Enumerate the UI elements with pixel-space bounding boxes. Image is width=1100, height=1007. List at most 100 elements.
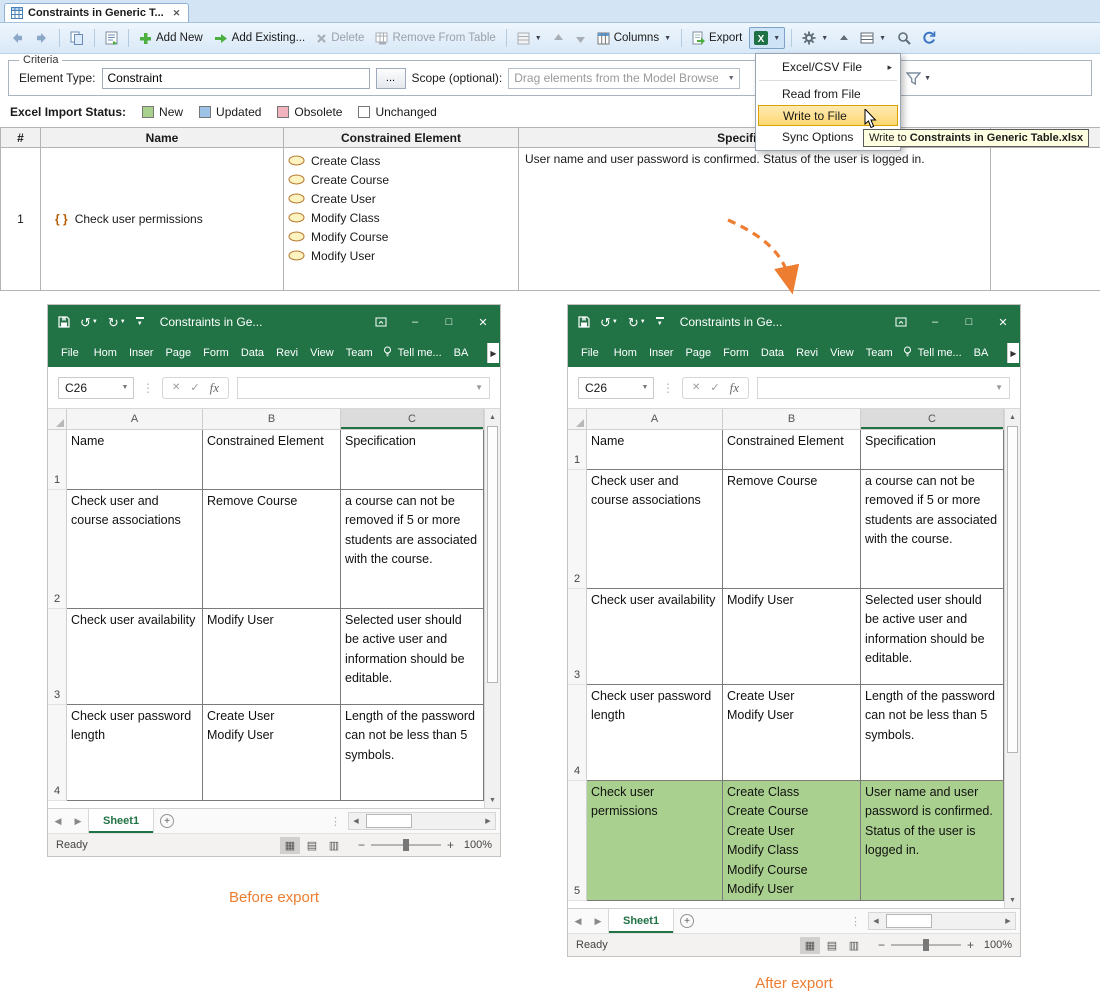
remove-from-table-button[interactable]: Remove From Table xyxy=(371,29,499,48)
ribbon-tab-review[interactable]: Revi xyxy=(270,347,304,359)
zoom-level[interactable]: 100% xyxy=(980,939,1012,951)
add-new-button[interactable]: Add New xyxy=(135,29,207,48)
ribbon-tab-file[interactable]: File xyxy=(572,347,608,359)
cell[interactable]: Name xyxy=(67,430,203,490)
constrained-element-item[interactable]: Modify Course xyxy=(288,227,514,246)
cell[interactable]: Check user and course associations xyxy=(587,470,723,589)
row-header[interactable]: 2 xyxy=(568,470,587,589)
ribbon-tab-ba[interactable]: BA xyxy=(448,347,475,359)
ribbon-tab-review[interactable]: Revi xyxy=(790,347,824,359)
cell[interactable]: Specification xyxy=(341,430,484,490)
sheet-nav-right-icon[interactable]: ▶ xyxy=(588,909,608,933)
zoom-out-button[interactable]: − xyxy=(358,838,365,852)
back-button[interactable] xyxy=(6,28,28,48)
ribbon-tab-formulas[interactable]: Form xyxy=(717,347,755,359)
redo-button[interactable]: ↻▼ xyxy=(628,316,646,329)
formula-input[interactable]: ▼ xyxy=(237,377,490,399)
cell[interactable]: Modify User xyxy=(203,609,341,705)
ribbon-overflow-button[interactable]: ▶ xyxy=(1007,343,1019,363)
cell[interactable]: User name and user password is confirmed… xyxy=(861,781,1004,901)
sheet-nav-left-icon[interactable]: ◀ xyxy=(568,909,588,933)
constrained-element-item[interactable]: Modify Class xyxy=(288,208,514,227)
page-break-view-button[interactable]: ▥ xyxy=(324,837,344,854)
cell[interactable]: Create Class Create Course Create User M… xyxy=(723,781,861,901)
column-header-a[interactable]: A xyxy=(587,409,723,429)
move-up-button[interactable] xyxy=(549,30,568,47)
constrained-element-item[interactable]: Create Class xyxy=(288,151,514,170)
vertical-scrollbar[interactable]: ▲ ▼ xyxy=(1004,409,1020,908)
zoom-slider-thumb[interactable] xyxy=(923,939,929,951)
horizontal-scroll-track[interactable] xyxy=(883,913,1001,929)
chevron-down-icon[interactable]: ▼ xyxy=(117,384,133,391)
cell[interactable]: Check user permissions xyxy=(587,781,723,901)
vertical-scroll-track[interactable] xyxy=(1005,425,1020,892)
constrained-element-cell[interactable]: Create Class Create Course Create User M… xyxy=(284,148,519,291)
ribbon-tab-team[interactable]: Team xyxy=(860,347,899,359)
move-down-button[interactable] xyxy=(571,30,590,47)
refresh-button[interactable] xyxy=(918,28,940,48)
vertical-scroll-thumb[interactable] xyxy=(1007,426,1018,753)
sheet-nav-left-icon[interactable]: ◀ xyxy=(48,809,68,833)
ribbon-tab-tell-me[interactable]: Tell me... xyxy=(912,347,968,359)
menu-item-excel-csv-file[interactable]: Excel/CSV File ▸ xyxy=(758,56,898,78)
page-layout-view-button[interactable]: ▤ xyxy=(822,937,842,954)
constrained-element-item[interactable]: Create User xyxy=(288,189,514,208)
row-header[interactable]: 5 xyxy=(568,781,587,901)
cell[interactable]: Check user and course associations xyxy=(67,490,203,609)
scroll-up-icon[interactable]: ▲ xyxy=(1005,409,1020,425)
quick-access-customize-button[interactable]: ▼ xyxy=(136,317,144,327)
chevron-down-icon[interactable]: ▼ xyxy=(637,384,653,391)
cell[interactable]: Length of the password can not be less t… xyxy=(341,705,484,801)
scroll-up-icon[interactable]: ▲ xyxy=(485,409,500,425)
zoom-in-button[interactable]: + xyxy=(967,938,974,952)
options-gear-button[interactable]: ▼ xyxy=(798,28,832,48)
zoom-slider-thumb[interactable] xyxy=(403,839,409,851)
columns-button[interactable]: Columns ▼ xyxy=(593,29,675,48)
scroll-left-icon[interactable]: ◀ xyxy=(349,817,363,825)
add-sheet-button[interactable]: + xyxy=(154,809,180,833)
page-break-view-button[interactable]: ▥ xyxy=(844,937,864,954)
ribbon-tab-data[interactable]: Data xyxy=(755,347,790,359)
page-layout-view-button[interactable]: ▤ xyxy=(302,837,322,854)
excel-titlebar[interactable]: ↺▼ ↻▼ ▼ Constraints in Ge... – □ ✕ xyxy=(48,305,500,339)
horizontal-scroll-thumb[interactable] xyxy=(366,814,412,828)
close-button[interactable]: ✕ xyxy=(466,305,500,339)
minimize-button[interactable]: – xyxy=(398,305,432,339)
add-sheet-button[interactable]: + xyxy=(674,909,700,933)
ribbon-tab-insert[interactable]: Inser xyxy=(123,347,159,359)
element-type-field[interactable] xyxy=(102,68,370,89)
collapse-toolbar-button[interactable] xyxy=(835,31,853,45)
cell[interactable]: Check user availability xyxy=(67,609,203,705)
ribbon-tab-home[interactable]: Hom xyxy=(608,347,643,359)
ribbon-tab-ba[interactable]: BA xyxy=(968,347,995,359)
ribbon-tab-team[interactable]: Team xyxy=(340,347,379,359)
cell[interactable]: a course can not be removed if 5 or more… xyxy=(861,470,1004,589)
scroll-right-icon[interactable]: ▶ xyxy=(1001,917,1015,925)
splitter-grip[interactable]: ⋮ xyxy=(327,809,344,833)
zoom-level[interactable]: 100% xyxy=(460,839,492,851)
enter-icon[interactable]: ✓ xyxy=(710,381,719,394)
column-header-b[interactable]: B xyxy=(203,409,341,429)
zoom-out-button[interactable]: − xyxy=(878,938,885,952)
ribbon-tab-insert[interactable]: Inser xyxy=(643,347,679,359)
cell[interactable]: Check user password length xyxy=(67,705,203,801)
undo-button[interactable]: ↺▼ xyxy=(600,316,618,329)
col-header-num[interactable]: # xyxy=(1,128,41,148)
table-view-button[interactable]: ▼ xyxy=(856,29,890,47)
cell[interactable]: Constrained Element xyxy=(723,430,861,470)
quick-access-customize-button[interactable]: ▼ xyxy=(656,317,664,327)
vertical-scroll-thumb[interactable] xyxy=(487,426,498,683)
select-all-corner[interactable] xyxy=(48,409,67,429)
sheet-tab[interactable]: Sheet1 xyxy=(608,909,674,933)
ribbon-tab-view[interactable]: View xyxy=(304,347,340,359)
ribbon-display-options-button[interactable] xyxy=(884,305,918,339)
horizontal-scrollbar[interactable]: ◀ ▶ xyxy=(868,912,1016,930)
scope-field[interactable] xyxy=(509,71,723,85)
vertical-scrollbar[interactable]: ▲ ▼ xyxy=(484,409,500,808)
cell[interactable]: Create User Modify User xyxy=(203,705,341,801)
add-existing-button[interactable]: Add Existing... xyxy=(210,29,310,48)
name-box[interactable]: C26▼ xyxy=(578,377,654,399)
minimize-button[interactable]: – xyxy=(918,305,952,339)
chevron-down-icon[interactable]: ▼ xyxy=(723,75,739,82)
sheet-tab[interactable]: Sheet1 xyxy=(88,809,154,833)
